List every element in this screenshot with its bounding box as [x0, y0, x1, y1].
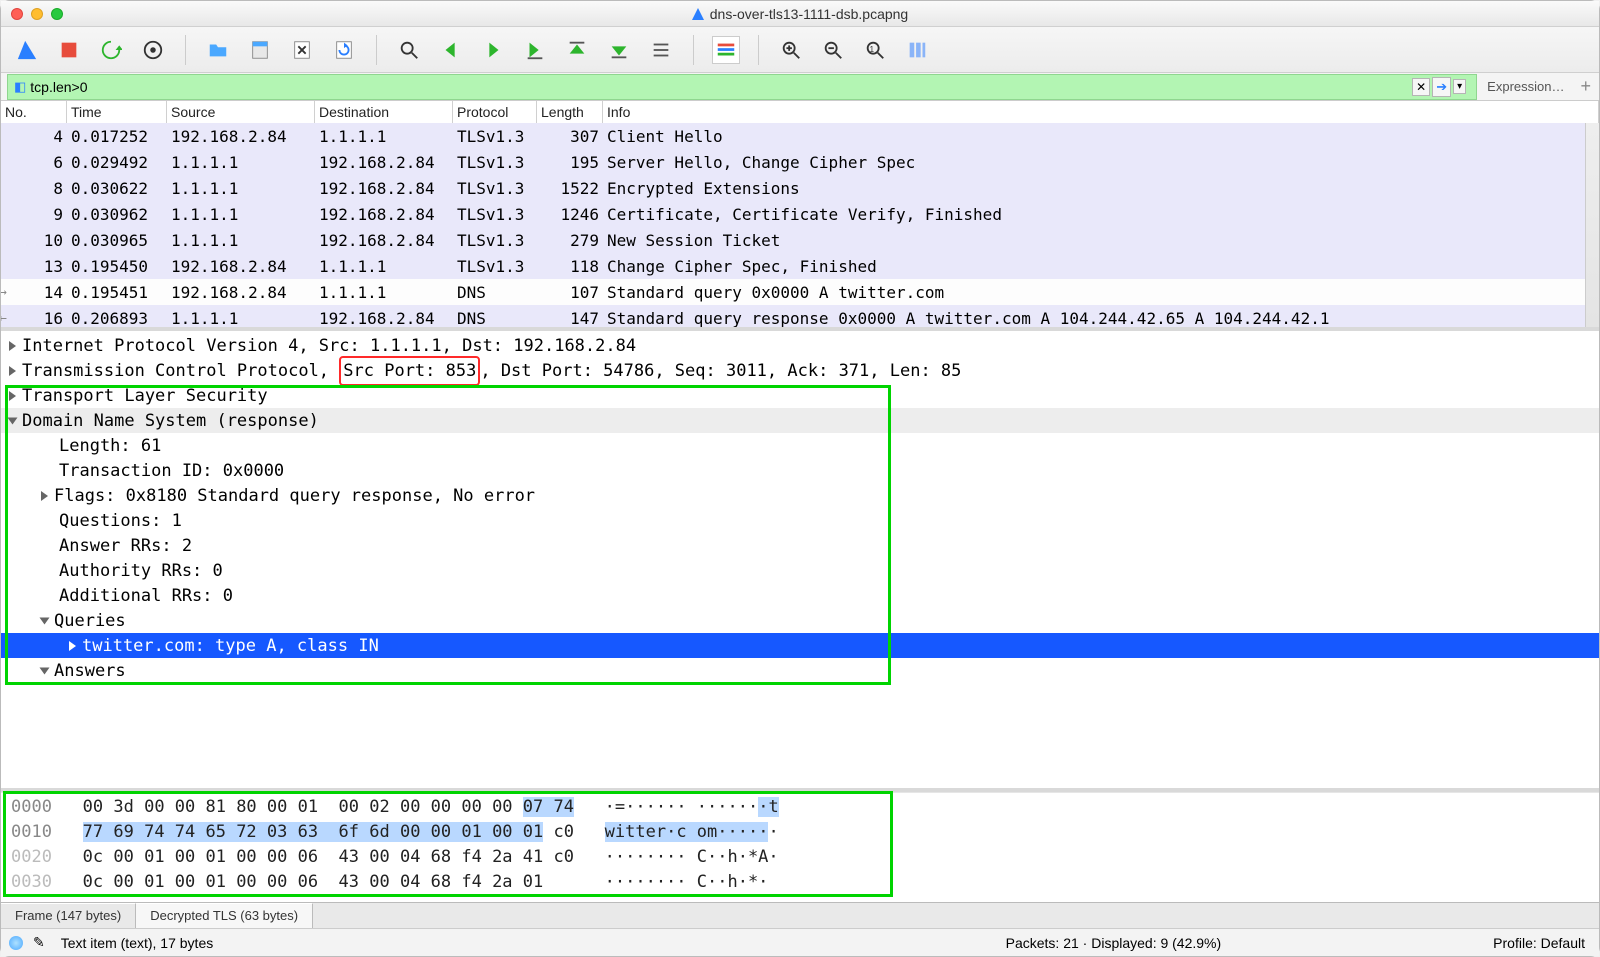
display-filter-input[interactable]: [30, 79, 1408, 95]
auto-scroll-button[interactable]: [647, 36, 675, 64]
status-profile[interactable]: Profile: Default: [1487, 935, 1591, 951]
first-packet-button[interactable]: [563, 36, 591, 64]
detail-dns-flags[interactable]: Flags: 0x8180 Standard query response, N…: [1, 483, 1599, 508]
last-packet-button[interactable]: [605, 36, 633, 64]
save-file-button[interactable]: [246, 36, 274, 64]
packet-list-header: No. Time Source Destination Protocol Len…: [1, 101, 1599, 123]
scrollbar[interactable]: [1585, 123, 1599, 327]
resize-columns-button[interactable]: [903, 36, 931, 64]
colorize-button[interactable]: [712, 36, 740, 64]
detail-tls[interactable]: Transport Layer Security: [1, 383, 1599, 408]
capture-options-button[interactable]: [139, 36, 167, 64]
tab-decrypted-tls[interactable]: Decrypted TLS (63 bytes): [136, 903, 313, 928]
stop-capture-button[interactable]: [55, 36, 83, 64]
zoom-reset-button[interactable]: 1: [861, 36, 889, 64]
packet-row[interactable]: ←160.2068931.1.1.1192.168.2.84DNS147Stan…: [1, 305, 1599, 327]
detail-tcp[interactable]: Transmission Control Protocol, Src Port:…: [1, 358, 1599, 383]
edit-capture-comment-icon[interactable]: ✎: [33, 934, 45, 951]
bytes-tabs: Frame (147 bytes) Decrypted TLS (63 byte…: [1, 902, 1599, 928]
packet-list-body[interactable]: 40.017252192.168.2.841.1.1.1TLSv1.3307Cl…: [1, 123, 1599, 327]
window-close[interactable]: [11, 8, 23, 20]
go-back-button[interactable]: [437, 36, 465, 64]
expression-button[interactable]: Expression…: [1479, 75, 1572, 98]
packet-row[interactable]: 130.195450192.168.2.841.1.1.1TLSv1.3118C…: [1, 253, 1599, 279]
col-header-length[interactable]: Length: [537, 101, 603, 123]
window-maximize[interactable]: [51, 8, 63, 20]
add-filter-button[interactable]: +: [1572, 72, 1599, 101]
packet-row[interactable]: 80.0306221.1.1.1192.168.2.84TLSv1.31522E…: [1, 175, 1599, 201]
detail-dns-length[interactable]: Length: 61: [1, 433, 1599, 458]
window-minimize[interactable]: [31, 8, 43, 20]
detail-dns-query-item[interactable]: twitter.com: type A, class IN: [1, 633, 1599, 658]
packet-bytes-pane[interactable]: 0000 00 3d 00 00 81 80 00 01 00 02 00 00…: [1, 792, 1599, 902]
detail-dns-answers[interactable]: Answers: [1, 658, 1599, 683]
packet-row[interactable]: 40.017252192.168.2.841.1.1.1TLSv1.3307Cl…: [1, 123, 1599, 149]
col-header-time[interactable]: Time: [67, 101, 167, 123]
detail-dns-questions[interactable]: Questions: 1: [1, 508, 1599, 533]
find-packet-button[interactable]: [395, 36, 423, 64]
detail-dns-authority-rrs[interactable]: Authority RRs: 0: [1, 558, 1599, 583]
col-header-destination[interactable]: Destination: [315, 101, 453, 123]
zoom-in-button[interactable]: [777, 36, 805, 64]
col-header-protocol[interactable]: Protocol: [453, 101, 537, 123]
expert-info-icon[interactable]: [9, 936, 23, 950]
packet-list-pane: No. Time Source Destination Protocol Len…: [1, 101, 1599, 331]
window-title: dns-over-tls13-1111-dsb.pcapng: [710, 6, 908, 22]
detail-dns-queries[interactable]: Queries: [1, 608, 1599, 633]
title-bar: dns-over-tls13-1111-dsb.pcapng: [1, 1, 1599, 27]
status-bar: ✎ Text item (text), 17 bytes Packets: 21…: [1, 928, 1599, 956]
zoom-out-button[interactable]: [819, 36, 847, 64]
status-packets: Packets: 21 · Displayed: 9 (42.9%): [1000, 935, 1228, 951]
wireshark-fin-icon: [692, 8, 704, 20]
col-header-no[interactable]: No.: [1, 101, 67, 123]
filter-bar: ◧ ✕ ➔ ▾ Expression… +: [1, 73, 1599, 101]
tab-frame[interactable]: Frame (147 bytes): [1, 903, 136, 928]
apply-filter-button[interactable]: ➔: [1432, 77, 1451, 97]
highlight-src-port: Src Port: 853: [339, 356, 480, 386]
svg-text:1: 1: [870, 44, 875, 53]
packet-row[interactable]: 90.0309621.1.1.1192.168.2.84TLSv1.31246C…: [1, 201, 1599, 227]
col-header-source[interactable]: Source: [167, 101, 315, 123]
status-selection: Text item (text), 17 bytes: [55, 935, 220, 951]
restart-capture-button[interactable]: [97, 36, 125, 64]
detail-dns-additional-rrs[interactable]: Additional RRs: 0: [1, 583, 1599, 608]
filter-history-dropdown[interactable]: ▾: [1453, 79, 1466, 94]
detail-dns[interactable]: Domain Name System (response): [1, 408, 1599, 433]
close-file-button[interactable]: [288, 36, 316, 64]
bookmark-icon[interactable]: ◧: [14, 79, 26, 95]
reload-file-button[interactable]: [330, 36, 358, 64]
col-header-info[interactable]: Info: [603, 101, 1599, 123]
packet-details-pane[interactable]: Internet Protocol Version 4, Src: 1.1.1.…: [1, 331, 1599, 792]
jump-to-packet-button[interactable]: [521, 36, 549, 64]
detail-ipv4[interactable]: Internet Protocol Version 4, Src: 1.1.1.…: [1, 333, 1599, 358]
packet-row[interactable]: 60.0294921.1.1.1192.168.2.84TLSv1.3195Se…: [1, 149, 1599, 175]
detail-dns-txid[interactable]: Transaction ID: 0x0000: [1, 458, 1599, 483]
detail-dns-answer-rrs[interactable]: Answer RRs: 2: [1, 533, 1599, 558]
go-forward-button[interactable]: [479, 36, 507, 64]
shark-fin-icon[interactable]: [13, 36, 41, 64]
open-file-button[interactable]: [204, 36, 232, 64]
clear-filter-button[interactable]: ✕: [1412, 78, 1430, 96]
packet-row[interactable]: →140.195451192.168.2.841.1.1.1DNS107Stan…: [1, 279, 1599, 305]
toolbar: 1: [1, 27, 1599, 73]
packet-row[interactable]: 100.0309651.1.1.1192.168.2.84TLSv1.3279N…: [1, 227, 1599, 253]
